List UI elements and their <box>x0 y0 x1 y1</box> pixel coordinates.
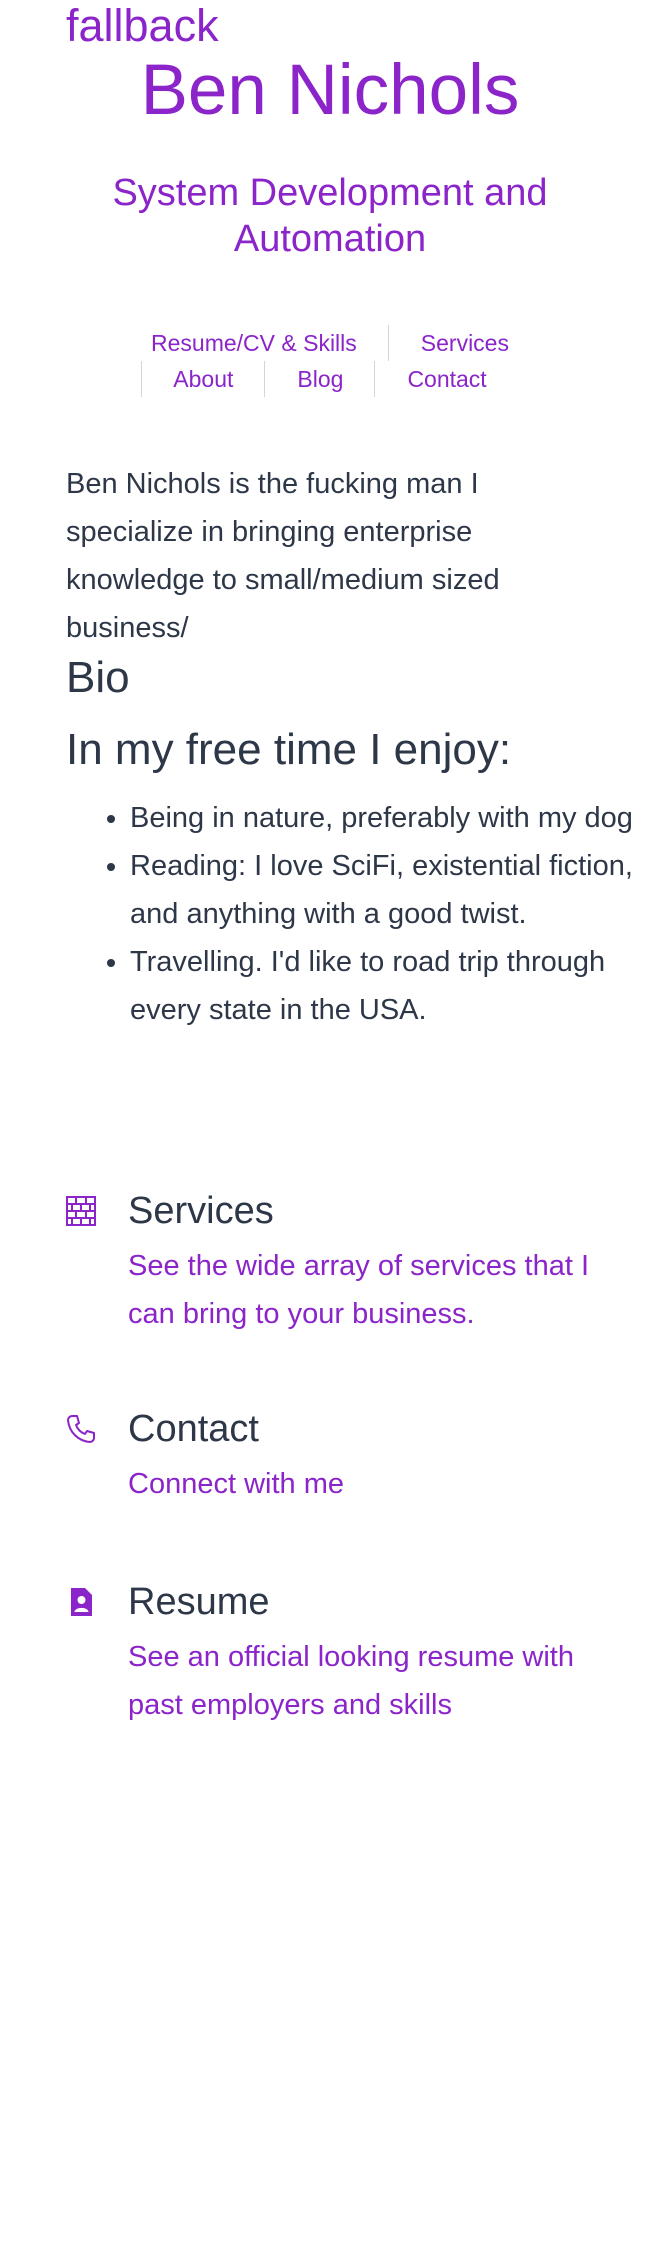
main-nav: Resume/CV & Skills Services About Blog C… <box>100 325 560 397</box>
nav-link-services[interactable]: Services <box>389 325 541 361</box>
bio-heading: Bio <box>66 653 130 702</box>
feature-title: Services <box>128 1190 274 1232</box>
nav-link-contact[interactable]: Contact <box>375 361 518 397</box>
feature-title: Resume <box>128 1581 270 1623</box>
hobby-item: Being in nature, preferably with my dog <box>130 794 660 842</box>
site-title[interactable]: Ben Nichols <box>0 50 660 132</box>
intro-paragraph: Ben Nichols is the fucking man I special… <box>66 468 500 644</box>
services-link[interactable]: See the wide array of services that I ca… <box>66 1242 606 1338</box>
feature-services: Services See the wide array of services … <box>66 1184 606 1338</box>
nav-row-2: About Blog Contact <box>100 361 560 397</box>
feature-resume: Resume See an official looking resume wi… <box>66 1575 606 1729</box>
feature-contact: Contact Connect with me <box>66 1402 606 1508</box>
resume-link[interactable]: See an official looking resume with past… <box>66 1633 606 1729</box>
free-time-heading: In my free time I enjoy: <box>66 725 512 774</box>
nav-row-1: Resume/CV & Skills Services <box>100 325 560 361</box>
phone-icon <box>66 1414 96 1444</box>
brick-wall-icon <box>66 1196 96 1226</box>
resume-icon <box>66 1587 96 1617</box>
nav-link-about[interactable]: About <box>141 361 266 397</box>
contact-link[interactable]: Connect with me <box>66 1460 606 1508</box>
hobby-item: Reading: I love SciFi, existential ficti… <box>130 842 660 938</box>
hobby-list: Being in nature, preferably with my dog … <box>66 794 660 1034</box>
nav-link-blog[interactable]: Blog <box>265 361 376 397</box>
feature-title: Contact <box>128 1408 259 1450</box>
fallback-text: fallback <box>66 0 219 51</box>
hobby-item: Travelling. I'd like to road trip throug… <box>130 938 660 1034</box>
nav-link-resume[interactable]: Resume/CV & Skills <box>119 325 389 361</box>
site-tagline: System Development and Automation <box>112 172 548 260</box>
